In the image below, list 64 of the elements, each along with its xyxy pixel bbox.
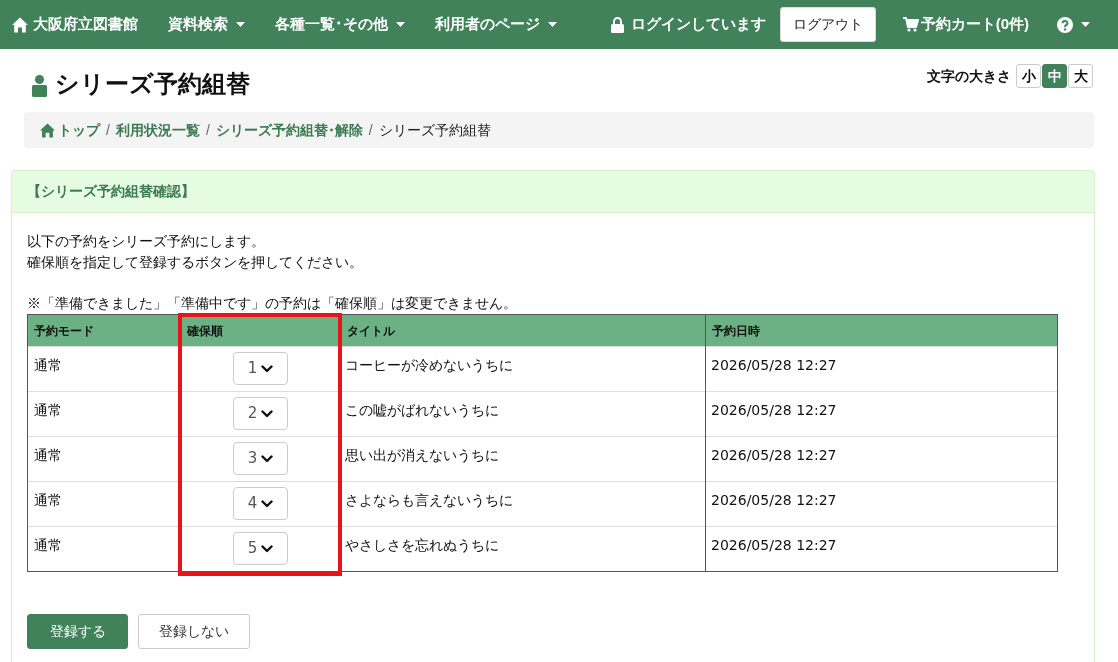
table-cell: 2026/05/28 12:27	[705, 436, 1058, 482]
breadcrumb-link[interactable]: 利用状況一覧	[115, 119, 200, 141]
caret-icon	[396, 22, 405, 27]
page-title: シリーズ予約組替	[55, 70, 250, 98]
table-cell: 通常	[27, 481, 181, 527]
panel-title: 【シリーズ予約組替確認】	[27, 182, 195, 201]
help-menu[interactable]	[1057, 16, 1090, 33]
nav-menu[interactable]: 利用者のページ	[435, 13, 557, 36]
breadcrumb-link[interactable]: トップ	[40, 119, 100, 141]
breadcrumb-separator: /	[106, 120, 110, 140]
cancel-button[interactable]: 登録しない	[138, 614, 250, 649]
order-select[interactable]: 2	[233, 397, 288, 430]
cart-link[interactable]: 予約カート(0件)	[902, 13, 1029, 36]
table-cell: さよならも言えないうちに	[340, 481, 706, 527]
order-select[interactable]: 4	[233, 487, 288, 520]
chevron-down-icon	[261, 454, 274, 463]
column-header: 予約日時	[705, 314, 1058, 347]
text-size-option[interactable]: 大	[1068, 64, 1093, 88]
text-size-option[interactable]: 小	[1016, 64, 1041, 88]
login-status: ログインしています	[610, 13, 766, 36]
person-icon	[32, 75, 47, 97]
help-icon	[1057, 16, 1073, 33]
nav-menu[interactable]: 資料検索	[168, 13, 245, 36]
table-cell: 通常	[27, 526, 181, 572]
column-header: 確保順	[180, 314, 341, 347]
intro-text: 確保順を指定して登録するボタンを押してください。	[27, 253, 364, 272]
table-cell: 2026/05/28 12:27	[705, 346, 1058, 392]
register-button[interactable]: 登録する	[27, 614, 128, 649]
table-cell: 2026/05/28 12:27	[705, 526, 1058, 572]
chevron-down-icon	[261, 544, 274, 553]
table-cell: 通常	[27, 391, 181, 437]
order-select[interactable]: 5	[233, 532, 288, 565]
logout-button[interactable]: ログアウト	[779, 7, 876, 42]
table-cell: 通常	[27, 346, 181, 392]
column-header: タイトル	[340, 314, 706, 347]
table-cell: 2026/05/28 12:27	[705, 391, 1058, 437]
chevron-down-icon	[261, 499, 274, 508]
table-cell: 通常	[27, 436, 181, 482]
text-size-option[interactable]: 中	[1042, 64, 1067, 88]
table-cell: 2026/05/28 12:27	[705, 481, 1058, 527]
brand-link[interactable]: 大阪府立図書館	[12, 13, 138, 36]
home-icon	[40, 122, 55, 138]
table-cell: やさしさを忘れぬうちに	[340, 526, 706, 572]
table-cell: 思い出が消えないうちに	[340, 436, 706, 482]
caret-icon	[1081, 22, 1090, 27]
caret-icon	[236, 22, 245, 27]
nav-menu[interactable]: 各種一覧･その他	[275, 13, 405, 36]
lock-icon	[610, 16, 624, 33]
order-select[interactable]: 3	[233, 442, 288, 475]
table-cell: コーヒーが冷めないうちに	[340, 346, 706, 392]
order-select[interactable]: 1	[233, 352, 288, 385]
caret-icon	[548, 22, 557, 27]
chevron-down-icon	[261, 364, 274, 373]
intro-text: 以下の予約をシリーズ予約にします。	[27, 232, 266, 251]
table-cell: この嘘がばれないうちに	[340, 391, 706, 437]
text-size-label: 文字の大きさ	[927, 66, 1011, 86]
note-text: ※「準備できました」「準備中です」の予約は「確保順」は変更できません。	[27, 294, 518, 313]
home-icon	[12, 16, 28, 33]
breadcrumb-link[interactable]: シリーズ予約組替･解除	[215, 119, 363, 141]
cart-icon	[902, 17, 919, 32]
chevron-down-icon	[261, 409, 274, 418]
breadcrumb-separator: /	[205, 120, 210, 140]
column-header: 予約モード	[27, 314, 181, 347]
breadcrumb-separator: /	[368, 120, 373, 140]
